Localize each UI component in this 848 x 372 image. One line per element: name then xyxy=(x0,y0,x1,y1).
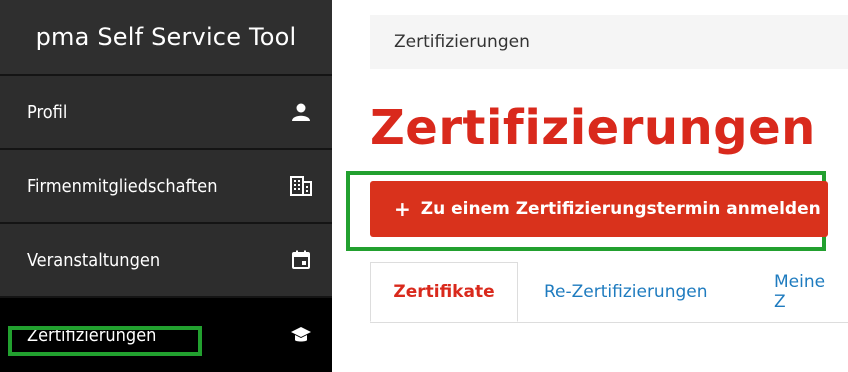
sidebar: pma Self Service Tool Profil Firmenmitgl… xyxy=(0,0,332,372)
main-content: Zertifizierungen Zertifizierungen + Zu e… xyxy=(332,0,848,358)
sidebar-item-zertifizierungen[interactable]: Zertifizierungen xyxy=(0,298,332,372)
graduation-cap-icon xyxy=(290,324,312,346)
sidebar-item-label: Firmenmitgliedschaften xyxy=(27,175,218,197)
sidebar-item-label: Profil xyxy=(27,101,68,123)
sidebar-item-veranstaltungen[interactable]: Veranstaltungen xyxy=(0,224,332,298)
breadcrumb: Zertifizierungen xyxy=(370,15,848,69)
tab-zertifikate[interactable]: Zertifikate xyxy=(370,262,518,322)
tabs: Zertifikate Re-Zertifizierungen Meine Z xyxy=(370,262,848,323)
building-icon xyxy=(290,175,312,197)
person-icon xyxy=(290,101,312,123)
tab-meine[interactable]: Meine Z xyxy=(750,262,848,322)
page-title: Zertifizierungen xyxy=(370,100,816,156)
app-title: pma Self Service Tool xyxy=(0,0,332,76)
plus-icon: + xyxy=(394,197,411,221)
sidebar-item-profil[interactable]: Profil xyxy=(0,76,332,150)
calendar-icon xyxy=(290,249,312,271)
sidebar-item-label: Zertifizierungen xyxy=(27,324,157,346)
sidebar-item-firmenmitgliedschaften[interactable]: Firmenmitgliedschaften xyxy=(0,150,332,224)
sidebar-item-label: Veranstaltungen xyxy=(27,249,161,271)
tab-re-zertifizierungen[interactable]: Re-Zertifizierungen xyxy=(520,262,732,322)
register-certification-label: Zu einem Zertifizierungstermin anmelden xyxy=(420,199,821,219)
register-certification-button[interactable]: + Zu einem Zertifizierungstermin anmelde… xyxy=(370,181,828,237)
